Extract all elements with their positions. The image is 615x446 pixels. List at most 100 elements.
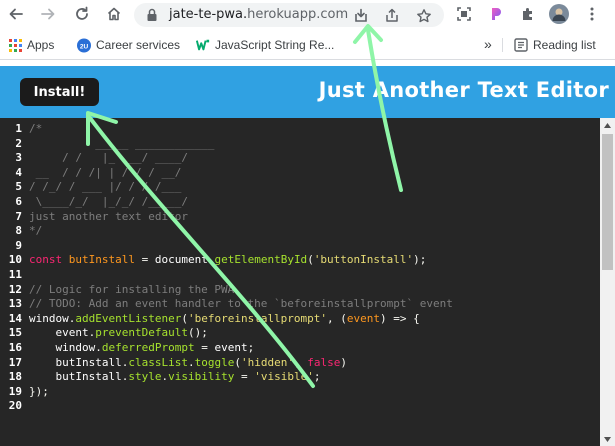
- code-line[interactable]: 13 // TODO: Add an event handler to the `…: [0, 296, 600, 311]
- url-host: jate-te-pwa.: [169, 7, 248, 22]
- code-line[interactable]: 1 /*: [0, 121, 600, 136]
- code-token: ();: [187, 326, 208, 340]
- code-token: 'visible': [254, 370, 314, 384]
- home-icon[interactable]: [104, 4, 124, 24]
- code-token: (: [181, 311, 188, 325]
- url-text: jate-te-pwa.herokuapp.com: [169, 7, 348, 22]
- line-number: 5: [15, 180, 22, 194]
- code-token: ) => {: [380, 311, 420, 325]
- code-line[interactable]: 11: [0, 267, 600, 282]
- puzzle-piece-icon[interactable]: [518, 4, 538, 24]
- apps-grid-icon: [8, 38, 22, 52]
- code-text: event.preventDefault();: [29, 325, 208, 340]
- code-token: /*: [29, 122, 43, 135]
- line-number: 6: [15, 195, 22, 208]
- code-line[interactable]: 17 butInstall.classList.toggle('hidden',…: [0, 355, 600, 370]
- bookmark-apps[interactable]: Apps: [8, 38, 54, 52]
- code-line[interactable]: 15 event.preventDefault();: [0, 325, 600, 340]
- extension-logo-icon[interactable]: [486, 4, 506, 24]
- code-line[interactable]: 9: [0, 238, 600, 253]
- code-token: =: [234, 370, 255, 384]
- code-text: / / |_ __/ ____/: [29, 150, 188, 165]
- screen-capture-icon[interactable]: [454, 4, 474, 24]
- bookmarks-overflow-button[interactable]: »: [484, 36, 492, 52]
- scroll-up-arrow-icon[interactable]: [600, 118, 615, 132]
- install-app-icon[interactable]: [352, 7, 370, 25]
- line-number: 9: [15, 238, 22, 252]
- star-icon[interactable]: [415, 7, 433, 25]
- code-line[interactable]: 3 / / |_ __/ ____/: [0, 150, 600, 165]
- code-token: document: [154, 253, 208, 267]
- code-text: just another text editor: [29, 209, 188, 224]
- code-token: ,: [293, 355, 308, 369]
- code-token: window: [29, 311, 69, 325]
- back-arrow-icon[interactable]: [6, 4, 26, 24]
- line-number: 7: [15, 209, 22, 223]
- lock-icon[interactable]: [146, 8, 158, 27]
- scroll-down-arrow-icon[interactable]: [600, 432, 615, 446]
- bookmark-career-services[interactable]: 2U Career services: [77, 38, 180, 52]
- code-line[interactable]: 12 // Logic for installing the PWA: [0, 282, 600, 297]
- code-token: .: [187, 355, 195, 369]
- code-token: =: [134, 253, 155, 267]
- bookmark-label: Apps: [27, 38, 55, 52]
- code-line[interactable]: 4 __ / / /| | / / / __/: [0, 165, 600, 180]
- code-token: });: [29, 384, 49, 398]
- code-token: addEventListener: [75, 311, 182, 325]
- code-token: toggle: [194, 355, 235, 369]
- code-text: \____/_/ |_/_/ /_____/: [29, 194, 188, 209]
- code-token: false: [307, 355, 341, 369]
- code-token: butInstall: [55, 355, 122, 369]
- code-token: =: [194, 341, 215, 354]
- app-header: Install! Just Another Text Editor: [0, 66, 615, 118]
- editor-scrollbar[interactable]: [600, 118, 615, 446]
- code-token: 'hidden': [240, 355, 294, 369]
- code-line[interactable]: 7 just another text editor: [0, 209, 600, 224]
- code-text: // Logic for installing the PWA: [29, 282, 234, 297]
- address-bar[interactable]: jate-te-pwa.herokuapp.com: [134, 3, 444, 27]
- code-token: / / |_ __/ ____/: [29, 151, 188, 165]
- code-token: ;: [247, 341, 255, 354]
- code-token: event: [346, 311, 381, 325]
- code-editor[interactable]: 1/* 2 _____ ____________ 3 / / |_ __/ ____…: [0, 118, 615, 446]
- kebab-menu-icon[interactable]: [582, 4, 602, 24]
- code-line[interactable]: 19});: [0, 384, 600, 399]
- browser-toolbar: jate-te-pwa.herokuapp.com: [0, 0, 615, 30]
- code-text: / /_/ / ___ |/ / / /___: [29, 179, 181, 194]
- code-text: __ / / /| | / / / __/: [29, 165, 182, 180]
- code-token: , (: [327, 311, 347, 325]
- bookmarks-divider: [502, 38, 503, 52]
- share-icon[interactable]: [383, 7, 401, 25]
- code-token: preventDefault: [95, 326, 188, 340]
- code-line[interactable]: 8 */: [0, 223, 600, 238]
- code-token: */: [29, 224, 43, 238]
- line-number: 3: [15, 151, 22, 165]
- code-token: classList: [128, 355, 188, 369]
- code-text: butInstall.style.visibility = 'visible';: [29, 369, 321, 384]
- code-line[interactable]: 5 / /_/ / ___ |/ / / /___: [0, 179, 600, 194]
- reload-icon[interactable]: [72, 4, 92, 24]
- code-line[interactable]: 18 butInstall.style.visibility = 'visibl…: [0, 369, 600, 384]
- code-line[interactable]: 16 window.deferredPrompt = event;: [0, 340, 600, 355]
- code-token: // TODO: Add an event handler to the `be…: [29, 297, 453, 311]
- code-token: __ / / /| | / / / __/: [29, 165, 182, 179]
- url-domain: herokuapp.com: [247, 7, 349, 22]
- code-line[interactable]: 10 const butInstall = document.getElement…: [0, 252, 600, 267]
- line-number: 14: [8, 311, 22, 325]
- svg-text:2U: 2U: [80, 43, 89, 50]
- code-token: butInstall: [55, 370, 122, 384]
- code-token: const: [29, 253, 69, 267]
- reading-list-button[interactable]: Reading list: [514, 38, 596, 52]
- profile-avatar-icon[interactable]: [549, 4, 569, 24]
- install-button[interactable]: Install!: [20, 78, 99, 106]
- code-token: window: [55, 341, 96, 354]
- code-line[interactable]: 6 \____/_/ |_/_/ /_____/: [0, 194, 600, 209]
- code-line[interactable]: 14 window.addEventListener('beforeinstall…: [0, 311, 600, 326]
- scrollbar-thumb[interactable]: [602, 134, 613, 270]
- code-line[interactable]: 2 _____ ____________: [0, 136, 600, 151]
- code-line[interactable]: 20: [0, 398, 600, 413]
- bookmark-javascript-string[interactable]: JavaScript String Re...: [196, 38, 334, 52]
- forward-arrow-icon[interactable]: [38, 4, 58, 24]
- code-token: (: [234, 355, 241, 369]
